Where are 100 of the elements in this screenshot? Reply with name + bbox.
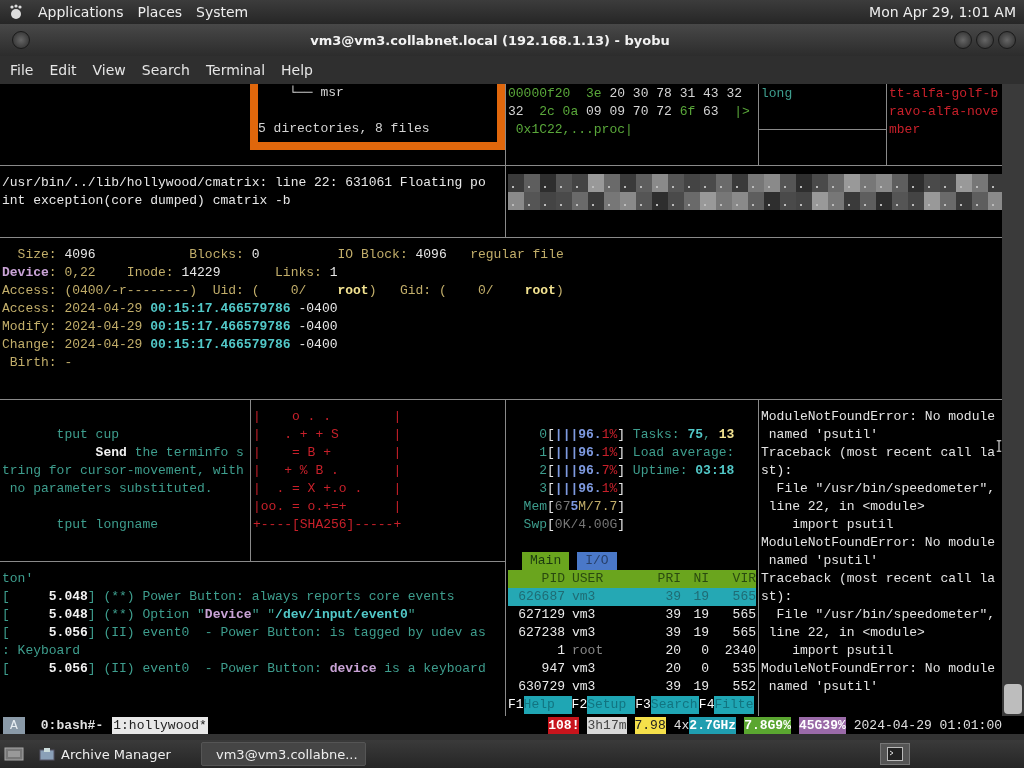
- process-row[interactable]: 627238 vm3 39 19 565: [508, 624, 756, 642]
- terminal-line: named 'psutil': [767, 552, 879, 570]
- terminal-line: | o . . |: [253, 408, 402, 426]
- process-row[interactable]: 947 vm3 20 0 535: [508, 660, 756, 678]
- terminal-line: import psutil: [791, 516, 894, 534]
- terminal-line: Swp[0K/4.00G]: [522, 516, 626, 534]
- status-indicator: 3h17m: [587, 716, 627, 734]
- tab[interactable]: Main: [522, 552, 570, 570]
- table-cell-text: vm3: [571, 678, 597, 696]
- taskbar-button[interactable]: Archive Manager: [30, 742, 195, 766]
- terminal-line: Mem[675M/7.7]: [522, 498, 626, 516]
- status-indicator: 7.8G9%: [744, 716, 791, 734]
- terminal-line: 1[|||96.1%] Load average:: [538, 444, 735, 462]
- table-cell-text: 947: [540, 660, 565, 678]
- terminal-line: tput cup: [55, 426, 120, 444]
- table-cell-text: 1: [556, 642, 565, 660]
- terminal-line: no parameters substituted.: [8, 480, 213, 498]
- table-cell-text: 0: [700, 660, 709, 678]
- panel-menu[interactable]: System: [196, 4, 249, 20]
- panel-clock[interactable]: Mon Apr 29, 1:01 AM: [869, 4, 1016, 20]
- taskbar-button[interactable]: vm3@vm3.collabne...: [201, 742, 366, 766]
- terminal-line: +----[SHA256]-----+: [253, 516, 402, 534]
- window-tab[interactable]: 0:bash#-: [39, 716, 105, 734]
- terminal-line: [ 5.048] (**) Power Button: always reports core events: [2, 588, 455, 606]
- table-cell-text: 565: [731, 624, 756, 642]
- workspace-button[interactable]: [880, 743, 910, 765]
- process-row[interactable]: 627129 vm3 39 19 565: [508, 606, 756, 624]
- terminal-line: Access: 2024-04-29 00:15:17.466579786 -0400: [2, 300, 338, 318]
- terminal-line: tt-alfa-golf-b: [889, 85, 999, 103]
- terminal-line: ModuleNotFoundError: No module: [761, 408, 996, 426]
- minimize-button[interactable]: [954, 31, 972, 49]
- terminal-line: 2[|||96.7%] Uptime: 03:18: [538, 462, 735, 480]
- status-indicator: 2.7GHz: [689, 716, 737, 734]
- table-cell-text: 627129: [517, 606, 565, 624]
- maximize-button[interactable]: [976, 31, 994, 49]
- table-cell-text: vm3: [571, 660, 597, 678]
- table-cell-text: 565: [731, 606, 756, 624]
- window-title: vm3@vm3.collabnet.local (192.168.1.13) - byobu: [309, 32, 671, 48]
- archive-icon: [39, 747, 55, 761]
- terminal-line: [ 5.056] (II) event0 - Power Button: is tagged by udev as: [2, 624, 486, 642]
- terminal-line: 0[|||96.1%] Tasks: 75, 13: [538, 426, 735, 444]
- process-row[interactable]: 630729 vm3 39 19 552: [508, 678, 756, 696]
- session-badge: A: [3, 716, 25, 734]
- terminal-line: 00000f20 3e 20 30 78 31 43 32: [508, 85, 743, 103]
- menu-item[interactable]: Search: [133, 62, 198, 78]
- status-indicator: 7.98: [634, 716, 666, 734]
- table-cell-text: 20: [664, 642, 681, 660]
- process-row[interactable]: 1 root 20 0 2340: [508, 642, 756, 660]
- close-button[interactable]: [998, 31, 1016, 49]
- status-indicator: 108!: [548, 716, 580, 734]
- terminal-line: Send the terminfo s: [94, 444, 244, 462]
- terminal-line: tput longname: [55, 516, 159, 534]
- panel-menu[interactable]: Places: [137, 4, 183, 20]
- table-cell-text: 552: [731, 678, 756, 696]
- table-cell-text: vm3: [571, 624, 597, 642]
- menu-item[interactable]: Help: [273, 62, 321, 78]
- terminal-line: [ 5.056] (II) event0 - Power Button: device is a keyboard: [2, 660, 486, 678]
- show-desktop-icon[interactable]: [4, 745, 24, 763]
- terminal-line: └── msr: [288, 84, 344, 102]
- table-cell-text: vm3: [571, 606, 597, 624]
- terminal-line: Size: 4096 Blocks: 0 IO Block: 4096 regular file: [16, 246, 564, 264]
- terminal-line: named 'psutil': [767, 678, 879, 696]
- terminal-line: mber: [889, 121, 921, 139]
- window-tab[interactable]: 1:hollywood*: [112, 716, 208, 734]
- table-cell-text: 565: [731, 588, 756, 606]
- table-cell-text: 39: [664, 606, 681, 624]
- table-cell-text: 19: [692, 678, 709, 696]
- terminal-line: named 'psutil': [767, 426, 879, 444]
- terminal-line: st):: [761, 462, 793, 480]
- status-indicator: 45G39%: [798, 716, 846, 734]
- terminal-line: Change: 2024-04-29 00:15:17.466579786 -0400: [2, 336, 338, 354]
- terminal-line: ravo-alfa-nove: [889, 103, 999, 121]
- table-cell-text: 19: [692, 624, 709, 642]
- table-cell-text: 39: [664, 624, 681, 642]
- table-cell-text: 20: [664, 660, 681, 678]
- terminal-line: Traceback (most recent call la: [761, 444, 996, 462]
- terminal-line: 5 directories, 8 files: [258, 120, 430, 138]
- panel-menu[interactable]: Applications: [38, 4, 124, 20]
- menu-item[interactable]: Edit: [41, 62, 85, 78]
- menu-item[interactable]: File: [2, 62, 42, 78]
- window-menu-button[interactable]: [12, 31, 30, 49]
- table-cell-text: root: [571, 642, 605, 660]
- terminal-line: Birth: -: [8, 354, 73, 372]
- table-cell-text: 39: [664, 678, 681, 696]
- terminal-icon: [887, 747, 903, 761]
- text-cursor-icon: [996, 438, 1002, 454]
- terminal-line: | . = X +.o . |: [253, 480, 402, 498]
- menu-item[interactable]: View: [84, 62, 134, 78]
- scrollbar-thumb[interactable]: [1004, 684, 1022, 714]
- terminal-line: line 22, in <module>: [767, 624, 925, 642]
- terminal-line: long: [761, 85, 793, 103]
- table-cell-text: 535: [731, 660, 756, 678]
- terminal-line: [ 5.048] (**) Option "Device" "/dev/input/event0": [2, 606, 416, 624]
- terminal-line: /usr/bin/../lib/hollywood/cmatrix: line 22: 631061 Floating po: [2, 174, 486, 192]
- terminal-line: line 22, in <module>: [767, 498, 925, 516]
- table-cell-text: 630729: [517, 678, 565, 696]
- menu-item[interactable]: Terminal: [197, 62, 274, 78]
- terminal-line: : Keyboard: [2, 642, 80, 660]
- foot-icon: [8, 4, 24, 20]
- terminal-line: 32 2c 0a 09 09 70 72 6f 63 |>: [508, 103, 750, 121]
